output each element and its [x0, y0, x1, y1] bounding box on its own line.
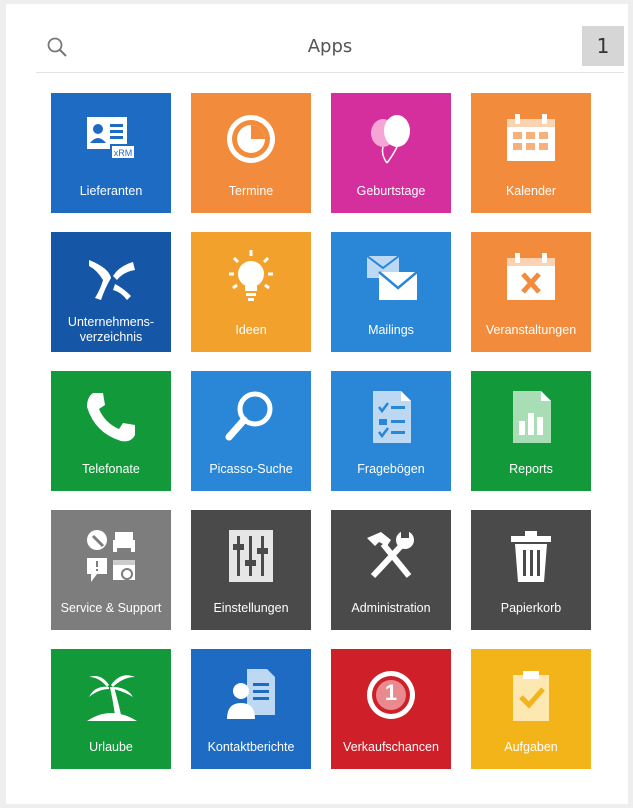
tile-einstellungen[interactable]: Einstellungen: [191, 510, 311, 630]
questionnaire-icon: [373, 391, 411, 443]
tile-aufgaben[interactable]: Aufgaben: [471, 649, 591, 769]
palm-tree-icon: [87, 675, 137, 721]
lightbulb-icon: [229, 250, 273, 301]
balloons-icon: [371, 115, 410, 164]
phone-icon: [87, 393, 135, 442]
tile-label: Verkaufschancen: [343, 740, 439, 754]
contact-report-icon: [227, 669, 275, 719]
sliders-icon: [229, 530, 273, 582]
apps-panel: Apps 1 xRM Lieferanten Termine Geburtsta…: [6, 4, 628, 804]
tile-unternehmensverzeichnis[interactable]: Unternehmens- verzeichnis: [51, 232, 171, 352]
page-badge[interactable]: 1: [582, 26, 624, 66]
tile-papierkorb[interactable]: Papierkorb: [471, 510, 591, 630]
tile-label: Unternehmens- verzeichnis: [67, 315, 155, 344]
tile-urlaube[interactable]: Urlaube: [51, 649, 171, 769]
tile-label: Urlaube: [89, 740, 133, 754]
tile-label: Ideen: [235, 323, 267, 337]
calendar-icon: [507, 114, 555, 161]
hammer-wrench-icon: [367, 530, 414, 579]
svg-text:xRM: xRM: [114, 148, 133, 158]
tile-label: Administration: [351, 601, 431, 615]
search-bar[interactable]: Apps 1: [36, 26, 624, 73]
tile-label: Aufgaben: [504, 740, 558, 754]
tile-label: Veranstaltungen: [485, 323, 577, 337]
tile-label: Telefonate: [82, 462, 140, 476]
app-grid: xRM Lieferanten Termine Geburtstage Kale…: [51, 93, 591, 769]
report-chart-icon: [513, 391, 551, 443]
trash-icon: [511, 531, 551, 582]
tile-label: Geburtstage: [356, 184, 426, 198]
page-title: Apps: [307, 36, 353, 57]
calendar-cancel-icon: [507, 253, 555, 300]
tile-label: Fragebögen: [357, 462, 425, 476]
service-support-icon: [87, 530, 135, 582]
company-directory-icon: [89, 260, 135, 300]
tile-telefonate[interactable]: Telefonate: [51, 371, 171, 491]
tile-label: Kalender: [505, 184, 557, 198]
task-clipboard-icon: [513, 671, 549, 721]
tile-administration[interactable]: Administration: [331, 510, 451, 630]
tile-termine[interactable]: Termine: [191, 93, 311, 213]
tile-picasso-suche[interactable]: Picasso-Suche: [191, 371, 311, 491]
tile-label: Mailings: [368, 323, 414, 337]
tile-lieferanten[interactable]: xRM Lieferanten: [51, 93, 171, 213]
tile-label: Einstellungen: [213, 601, 289, 615]
sales-opportunity-count: 1: [384, 680, 398, 705]
contact-card-icon: xRM: [87, 117, 136, 160]
tile-verkaufschancen[interactable]: 1 Verkaufschancen: [331, 649, 451, 769]
tile-ideen[interactable]: Ideen: [191, 232, 311, 352]
tile-veranstaltungen[interactable]: Veranstaltungen: [471, 232, 591, 352]
tile-label: Reports: [509, 462, 553, 476]
envelopes-icon: [366, 255, 418, 300]
tile-label: Papierkorb: [500, 601, 562, 615]
tile-label: Termine: [228, 184, 274, 198]
tile-label: Service & Support: [60, 601, 162, 615]
tile-geburtstage[interactable]: Geburtstage: [331, 93, 451, 213]
tile-frageboegen[interactable]: Fragebögen: [331, 371, 451, 491]
magnifier-icon: [225, 391, 273, 441]
tile-mailings[interactable]: Mailings: [331, 232, 451, 352]
tile-label: Lieferanten: [79, 184, 143, 198]
tile-label: Kontaktberichte: [207, 740, 295, 754]
tile-label: Picasso-Suche: [209, 462, 293, 476]
target-icon: [227, 115, 275, 163]
tile-service-support[interactable]: Service & Support: [51, 510, 171, 630]
tile-kalender[interactable]: Kalender: [471, 93, 591, 213]
tile-kontaktberichte[interactable]: Kontaktberichte: [191, 649, 311, 769]
tile-reports[interactable]: Reports: [471, 371, 591, 491]
